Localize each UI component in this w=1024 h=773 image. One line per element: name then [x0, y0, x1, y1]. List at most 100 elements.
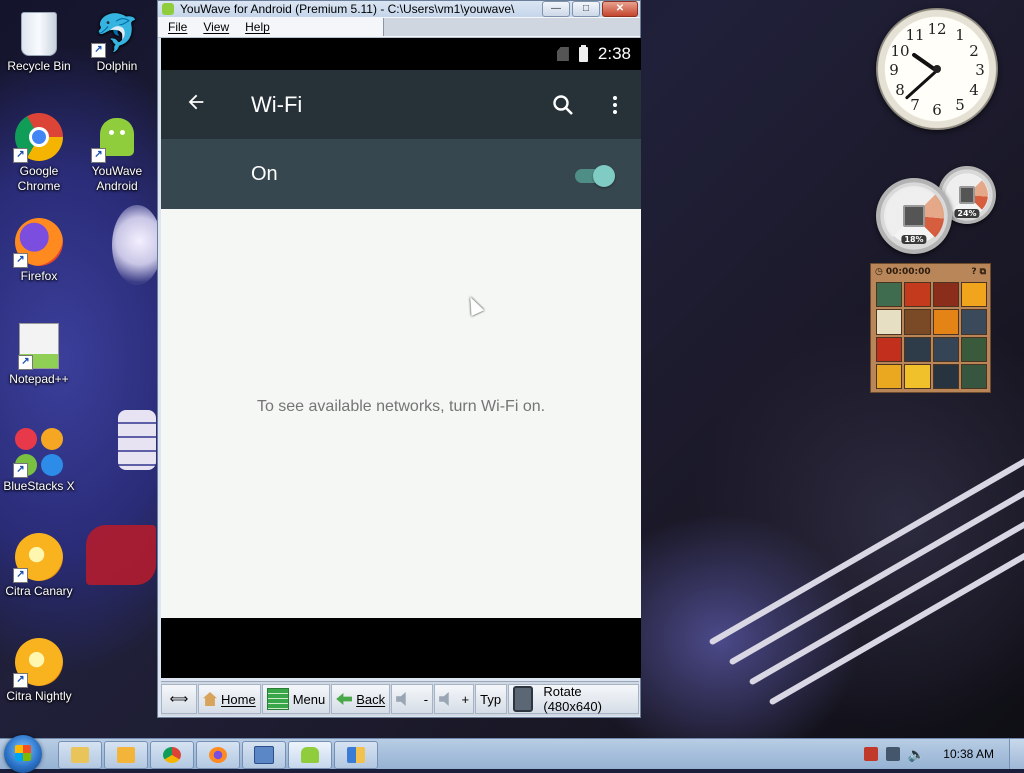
home-label: Home — [221, 691, 256, 707]
menu-button[interactable]: Menu — [261, 684, 331, 714]
puzzle-tile[interactable] — [904, 336, 931, 362]
volume-down-label: - — [423, 691, 429, 707]
rotate-label: Rotate (480x640) — [543, 684, 602, 714]
youwave-window[interactable]: YouWave for Android (Premium 5.11) - C:\… — [157, 0, 641, 718]
menu-label: Menu — [292, 691, 326, 707]
more-options-icon[interactable] — [589, 95, 641, 114]
taskbar: 🔈 10:38 AM — [0, 735, 1024, 773]
network-icon[interactable] — [885, 747, 900, 761]
memory-chip-icon — [959, 186, 975, 204]
android-nav-bar — [161, 618, 641, 678]
puzzle-tile[interactable] — [960, 336, 987, 362]
taskbar-explorer[interactable] — [58, 741, 102, 769]
search-icon[interactable] — [537, 93, 589, 117]
clock-center-cap — [933, 65, 941, 73]
puzzle-tile[interactable] — [904, 363, 931, 389]
speaker-icon — [439, 692, 449, 706]
back-label: Back — [356, 691, 386, 707]
desktop-icon-dolphin[interactable]: 🐬 ↗ Dolphin — [78, 8, 156, 74]
puzzle-grid[interactable] — [876, 282, 987, 389]
taskbar-chrome[interactable] — [150, 741, 194, 769]
desktop-icon-chrome[interactable]: ↗ Google Chrome — [0, 113, 78, 194]
wifi-master-switch-bar[interactable]: On — [161, 139, 641, 209]
desktop-icon-citra-nightly[interactable]: ↗ Citra Nightly — [0, 638, 78, 704]
menu-bar: File View Help — [158, 17, 640, 38]
puzzle-help-icon[interactable]: ? — [971, 267, 976, 277]
taskbar-remote-desktop[interactable] — [242, 741, 286, 769]
clock-number: 9 — [889, 61, 899, 79]
close-button[interactable]: ✕ — [602, 1, 638, 17]
action-center-flag-icon[interactable] — [863, 747, 878, 761]
taskbar-media-player[interactable] — [104, 741, 148, 769]
control-panel-icon — [347, 747, 365, 763]
puzzle-tile[interactable] — [876, 363, 903, 389]
volume-up-button[interactable]: + — [434, 684, 475, 714]
puzzle-tile[interactable] — [932, 336, 959, 362]
type-button[interactable]: Typ — [475, 684, 508, 714]
start-button[interactable] — [4, 735, 42, 773]
puzzle-shuffle-icon[interactable]: ⧉ — [980, 267, 986, 277]
puzzle-tile[interactable] — [932, 282, 959, 308]
dolphin-icon: 🐬 ↗ — [91, 8, 141, 58]
puzzle-tile[interactable] — [960, 309, 987, 335]
puzzle-tile[interactable] — [904, 309, 931, 335]
phone-rotate-icon — [513, 686, 534, 712]
toolbar-title: Wi-Fi — [251, 91, 303, 117]
puzzle-tile[interactable] — [960, 282, 987, 308]
taskbar-youwave[interactable] — [288, 741, 332, 769]
android-screen[interactable]: 2:38 Wi-Fi On To see available networks,… — [161, 38, 641, 678]
puzzle-tile[interactable] — [876, 309, 903, 335]
puzzle-tile[interactable] — [960, 363, 987, 389]
android-icon: ↗ — [91, 113, 141, 163]
resize-arrows-icon: ⟺ — [169, 691, 189, 706]
type-label: Typ — [480, 691, 502, 707]
taskbar-control-panel[interactable] — [334, 741, 378, 769]
puzzle-tile[interactable] — [876, 336, 903, 362]
desktop-icon-label: Citra Nightly — [6, 689, 72, 703]
minimize-button[interactable]: — — [542, 1, 570, 17]
desktop-icon-label: YouWave Android — [91, 164, 143, 193]
battery-icon — [578, 44, 588, 62]
clock-number: 11 — [905, 26, 925, 44]
clock-gadget[interactable]: 12 1 2 3 4 5 6 7 8 9 10 11 — [876, 8, 998, 130]
desktop-icon-firefox[interactable]: ↗ Firefox — [0, 218, 78, 284]
puzzle-tile[interactable] — [932, 363, 959, 389]
explorer-icon — [71, 747, 89, 763]
window-titlebar[interactable]: YouWave for Android (Premium 5.11) - C:\… — [158, 1, 640, 17]
cpu-meter-gadget[interactable]: 18% — [876, 178, 952, 254]
back-button[interactable]: Back — [331, 684, 391, 714]
taskbar-clock[interactable]: 10:38 AM — [943, 747, 994, 761]
desktop-icon-citra-canary[interactable]: ↗ Citra Canary — [0, 533, 78, 599]
cpu-percent: 18% — [901, 235, 927, 244]
taskbar-firefox[interactable] — [196, 741, 240, 769]
resize-button[interactable]: ⟺ — [161, 684, 197, 714]
puzzle-tile[interactable] — [904, 282, 931, 308]
android-status-bar: 2:38 — [161, 38, 641, 70]
android-toolbar: Wi-Fi — [161, 70, 641, 139]
menu-view[interactable]: View — [197, 20, 235, 34]
desktop-icon-notepad[interactable]: ↗ Notepad++ — [0, 323, 78, 387]
desktop-icon-recycle-bin[interactable]: Recycle Bin — [0, 8, 78, 74]
menu-file[interactable]: File — [162, 20, 193, 34]
menu-help[interactable]: Help — [239, 20, 276, 34]
desktop-icon-bluestacks[interactable]: ↗ BlueStacks X — [0, 428, 78, 494]
wifi-toggle[interactable] — [575, 164, 615, 187]
desktop-icon-youwave[interactable]: ↗ YouWave Android — [78, 113, 156, 194]
notepad-icon: ↗ — [18, 323, 59, 370]
puzzle-tile[interactable] — [876, 282, 903, 308]
home-button[interactable]: Home — [198, 684, 261, 714]
recycle-bin-icon — [21, 12, 57, 56]
desktop-icon-label: Citra Canary — [5, 584, 73, 598]
puzzle-tile[interactable] — [932, 309, 959, 335]
rotate-button[interactable]: Rotate (480x640) — [508, 684, 639, 714]
no-sim-icon — [556, 47, 569, 61]
cpu-chip-icon — [903, 205, 925, 227]
maximize-button[interactable]: □ — [572, 1, 600, 17]
volume-down-button[interactable]: - — [391, 684, 434, 714]
picture-puzzle-gadget[interactable]: ◷ 00:00:00 ? ⧉ — [870, 263, 991, 393]
chrome-icon: ↗ — [13, 113, 63, 163]
back-arrow-icon[interactable] — [161, 90, 231, 120]
show-desktop-button[interactable] — [1009, 739, 1024, 769]
volume-icon[interactable]: 🔈 — [908, 746, 925, 763]
wallpaper-eye — [112, 205, 162, 285]
